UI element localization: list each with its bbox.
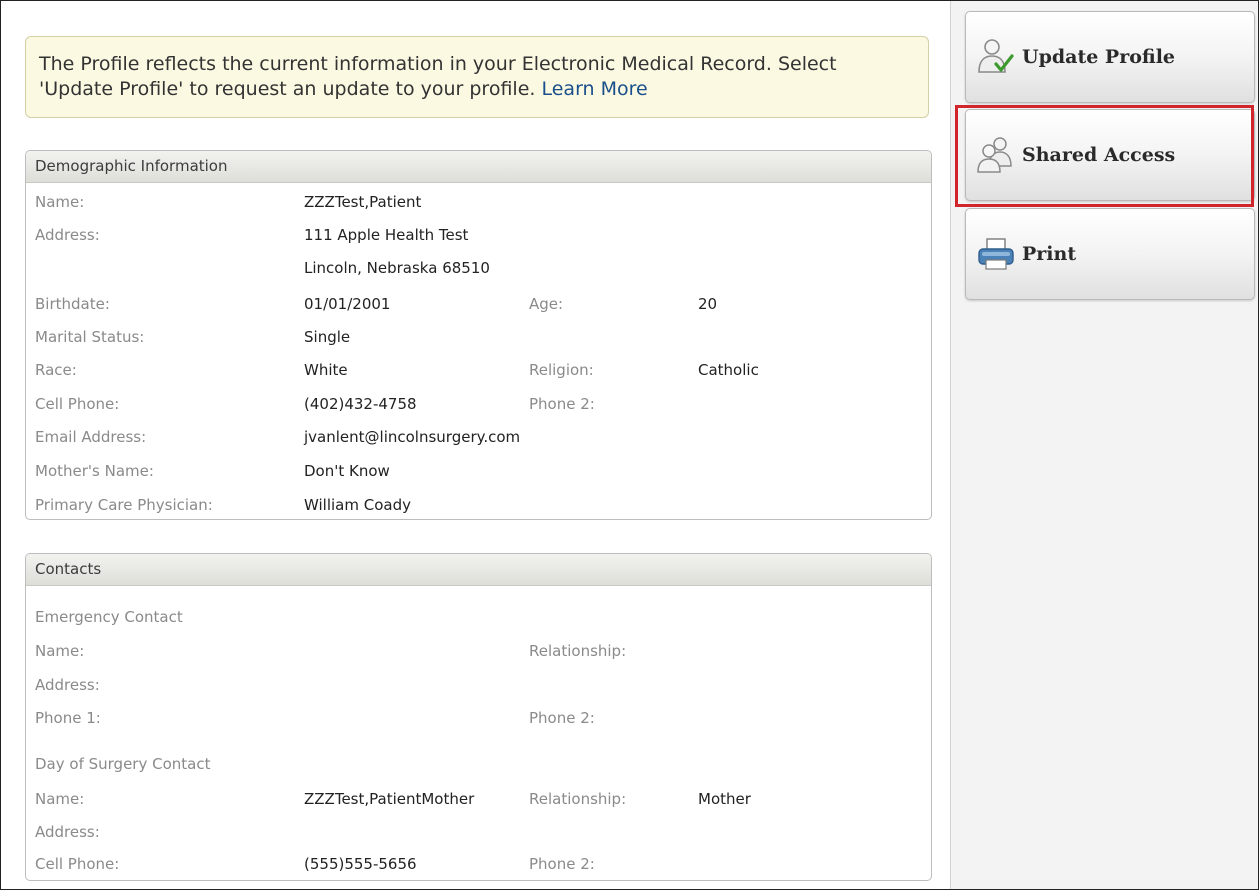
- surgery-name-value: ZZZTest,PatientMother: [304, 790, 475, 808]
- race-value: White: [304, 361, 348, 379]
- contacts-header: Contacts: [26, 554, 931, 586]
- race-label: Race:: [35, 361, 77, 379]
- name-value: ZZZTest,Patient: [304, 193, 422, 211]
- demographic-panel: Demographic Information Name: ZZZTest,Pa…: [25, 150, 932, 520]
- email-label: Email Address:: [35, 428, 147, 446]
- contacts-panel: Contacts Emergency Contact Name: Relatio…: [25, 553, 932, 881]
- religion-value: Catholic: [698, 361, 759, 379]
- mother-value: Don't Know: [304, 462, 390, 480]
- surgery-address-label: Address:: [35, 823, 100, 841]
- print-button[interactable]: Print: [965, 208, 1255, 300]
- email-value: jvanlent@lincolnsurgery.com: [304, 428, 521, 446]
- notice-text: The Profile reflects the current informa…: [39, 53, 837, 100]
- cell-phone-row: Cell Phone: (402)432-4758 Phone 2:: [26, 393, 931, 415]
- user-check-icon: [976, 36, 1016, 76]
- name-label: Name:: [35, 193, 85, 211]
- marital-value: Single: [304, 328, 351, 346]
- marital-label: Marital Status:: [35, 328, 145, 346]
- mother-label: Mother's Name:: [35, 462, 154, 480]
- surgery-cell-value: (555)555-5656: [304, 855, 417, 873]
- birthdate-label: Birthdate:: [35, 295, 110, 313]
- surgery-address-row: Address:: [26, 821, 931, 843]
- mother-row: Mother's Name: Don't Know: [26, 460, 931, 482]
- pcp-row: Primary Care Physician: William Coady: [26, 494, 931, 516]
- emergency-phone-row: Phone 1: Phone 2:: [26, 707, 931, 729]
- address-row: Address: 111 Apple Health Test: [26, 224, 931, 246]
- religion-label: Religion:: [529, 361, 594, 379]
- shared-access-label: Shared Access: [1022, 144, 1176, 166]
- demographic-header: Demographic Information: [26, 151, 931, 183]
- cell-phone-value: (402)432-4758: [304, 395, 417, 413]
- profile-page: The Profile reflects the current informa…: [0, 0, 1259, 890]
- emergency-name-label: Name:: [35, 642, 85, 660]
- emergency-phone2-label: Phone 2:: [529, 709, 595, 727]
- surgery-contact-title: Day of Surgery Contact: [35, 755, 211, 773]
- update-profile-button[interactable]: Update Profile: [965, 11, 1255, 103]
- address-line2: Lincoln, Nebraska 68510: [304, 259, 490, 277]
- address-label: Address:: [35, 226, 100, 244]
- emergency-address-label: Address:: [35, 676, 100, 694]
- update-profile-label: Update Profile: [1022, 46, 1176, 68]
- surgery-relationship-value: Mother: [698, 790, 751, 808]
- surgery-phone-row: Cell Phone: (555)555-5656 Phone 2:: [26, 853, 931, 875]
- phone2-label: Phone 2:: [529, 395, 595, 413]
- age-label: Age:: [529, 295, 564, 313]
- action-sidebar: Update Profile Shared Access Print: [950, 1, 1258, 889]
- emergency-contact-title: Emergency Contact: [35, 608, 183, 626]
- surgery-name-row: Name: ZZZTest,PatientMother Relationship…: [26, 788, 931, 810]
- name-row: Name: ZZZTest,Patient: [26, 191, 931, 213]
- printer-icon: [976, 233, 1016, 273]
- email-row: Email Address: jvanlent@lincolnsurgery.c…: [26, 426, 931, 448]
- marital-row: Marital Status: Single: [26, 326, 931, 348]
- surgery-name-label: Name:: [35, 790, 85, 808]
- profile-notice: The Profile reflects the current informa…: [25, 36, 929, 118]
- shared-access-button[interactable]: Shared Access: [965, 109, 1255, 201]
- learn-more-link[interactable]: Learn More: [541, 78, 647, 100]
- birthdate-value: 01/01/2001: [304, 295, 391, 313]
- emergency-address-row: Address:: [26, 674, 931, 696]
- print-label: Print: [1022, 243, 1077, 265]
- emergency-relationship-label: Relationship:: [529, 642, 627, 660]
- cell-phone-label: Cell Phone:: [35, 395, 120, 413]
- race-row: Race: White Religion: Catholic: [26, 359, 931, 381]
- address-line1: 111 Apple Health Test: [304, 226, 469, 244]
- surgery-phone2-label: Phone 2:: [529, 855, 595, 873]
- emergency-phone1-label: Phone 1:: [35, 709, 101, 727]
- surgery-relationship-label: Relationship:: [529, 790, 627, 808]
- emergency-name-row: Name: Relationship:: [26, 640, 931, 662]
- surgery-cell-label: Cell Phone:: [35, 855, 120, 873]
- age-value: 20: [698, 295, 718, 313]
- users-icon: [976, 134, 1016, 174]
- pcp-label: Primary Care Physician:: [35, 496, 213, 514]
- address-row-2: Lincoln, Nebraska 68510: [26, 257, 931, 279]
- pcp-value: William Coady: [304, 496, 411, 514]
- birthdate-row: Birthdate: 01/01/2001 Age: 20: [26, 293, 931, 315]
